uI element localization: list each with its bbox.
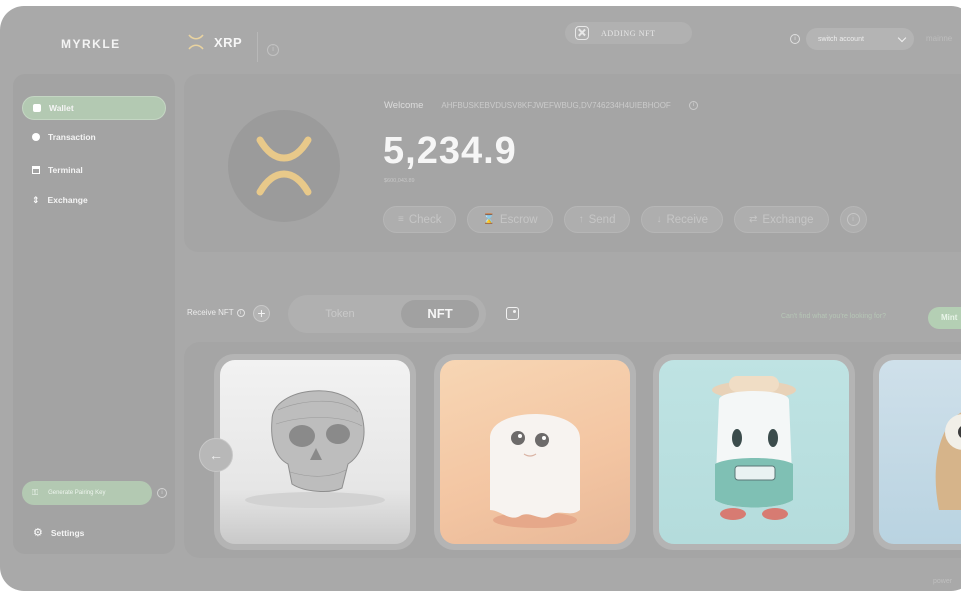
receive-nft-label: Receive NFT (187, 308, 234, 317)
nft-image-owl (879, 360, 961, 544)
send-icon: ↑ (578, 214, 584, 225)
xrp-large-icon (256, 136, 312, 196)
pairing-info-icon[interactable]: i (157, 488, 167, 498)
add-nft-button[interactable]: + (253, 305, 270, 322)
account-info-icon[interactable]: i (790, 34, 800, 44)
ghost-image (490, 414, 580, 528)
receive-icon: ↓ (656, 214, 662, 225)
sidebar-item-label: Wallet (49, 103, 74, 113)
nft-gallery (184, 342, 961, 558)
hat-character-image (712, 376, 796, 520)
info-icon: i (846, 213, 860, 226)
welcome-line: Welcome AHFBUSKEBVDUSV8KFJWEFWBUG,DV7462… (384, 100, 698, 111)
gear-icon: ⚙ (33, 527, 43, 539)
receive-button[interactable]: ↓ Receive (641, 206, 724, 233)
key-icon: ⚿ (32, 488, 39, 497)
sidebar-item-terminal[interactable]: Terminal (22, 158, 166, 182)
arrow-left-icon: ← (209, 447, 223, 463)
nft-image-ghost (440, 360, 630, 544)
account-select[interactable]: switch account (806, 28, 914, 50)
nft-card[interactable] (214, 354, 416, 550)
header-divider (257, 32, 258, 62)
exchange-icon: ⇄ (749, 214, 758, 225)
coin-name: XRP (214, 34, 243, 50)
coin-selector[interactable]: XRP (187, 33, 242, 51)
sidebar-item-label: Exchange (47, 195, 88, 205)
nft-image-skull (220, 360, 410, 544)
owl-image (935, 412, 961, 510)
terminal-icon (32, 166, 40, 174)
app-logo: MYRKLE (61, 37, 121, 51)
sidebar: Wallet Transaction Terminal ⇕ Exchange ⚿… (13, 74, 175, 554)
asset-tabs: Token NFT (288, 295, 486, 333)
xrp-logo (228, 110, 340, 222)
more-info-button[interactable]: i (839, 206, 867, 233)
address-info-icon[interactable]: i (688, 101, 698, 110)
close-box-icon (575, 26, 589, 40)
receive-label: Receive (666, 213, 709, 226)
chevron-down-icon (897, 33, 907, 42)
send-button[interactable]: ↑ Send (563, 206, 631, 233)
wallet-balance: 5,234.9 (383, 130, 517, 172)
mint-button[interactable]: Mint (928, 307, 961, 329)
app-window: MYRKLE XRP i ADDING NFT i switch account… (0, 6, 961, 591)
sidebar-item-label: Transaction (48, 132, 96, 142)
adding-nft-status[interactable]: ADDING NFT (565, 22, 692, 44)
nft-image-hat-character (659, 360, 849, 544)
skull-image (245, 390, 385, 508)
plus-icon: + (257, 305, 266, 321)
tab-token[interactable]: Token (293, 300, 387, 328)
receive-info-icon[interactable]: i (236, 308, 245, 317)
check-label: Check (408, 213, 442, 226)
exchange-button[interactable]: ⇄ Exchange (734, 206, 829, 233)
settings-label: Settings (50, 527, 85, 538)
exchange-icon: ⇕ (32, 195, 40, 205)
sidebar-item-transaction[interactable]: Transaction (22, 125, 166, 149)
check-button[interactable]: ≡ Check (383, 206, 457, 233)
nft-card[interactable] (434, 354, 636, 550)
gallery-prev-button[interactable]: ← (199, 438, 233, 472)
network-label: mainne (926, 34, 953, 43)
escrow-label: Escrow (499, 213, 538, 226)
send-label: Send (588, 213, 616, 226)
wallet-address[interactable]: AHFBUSKEBVDUSV8KFJWEFWBUG,DV746234H4UIEB… (441, 101, 670, 110)
escrow-icon: ⌛ (482, 214, 495, 225)
generate-pairing-key-button[interactable]: ⚿ Generate Pairing Key (22, 481, 152, 505)
wallet-actions: ≡ Check ⌛ Escrow ↑ Send ↓ Receive ⇄ Exch… (383, 206, 867, 233)
nft-card[interactable] (873, 354, 961, 550)
info-icon[interactable]: i (267, 44, 279, 56)
exchange-label: Exchange (762, 213, 814, 226)
xrp-icon (188, 34, 204, 50)
wallet-icon (33, 104, 41, 112)
transaction-icon (32, 133, 40, 141)
cant-find-text: Can't find what you're looking for? (781, 313, 887, 320)
sidebar-item-exchange[interactable]: ⇕ Exchange (22, 188, 166, 212)
receive-nft: Receive NFT i (187, 308, 245, 317)
account-select-value: switch account (818, 35, 864, 43)
wallet-panel: Welcome AHFBUSKEBVDUSV8KFJWEFWBUG,DV7462… (184, 74, 961, 252)
powered-by-text: power (933, 578, 953, 585)
generate-button-label: Generate Pairing Key (48, 490, 106, 496)
check-icon: ≡ (398, 214, 404, 225)
fiat-value: $600,043.89 (384, 178, 415, 184)
sidebar-item-label: Terminal (48, 165, 83, 175)
adding-nft-label: ADDING NFT (601, 28, 656, 38)
tab-nft[interactable]: NFT (401, 300, 479, 328)
welcome-label: Welcome (384, 100, 424, 111)
nft-card[interactable] (653, 354, 855, 550)
image-icon[interactable] (506, 307, 519, 320)
sidebar-item-wallet[interactable]: Wallet (22, 96, 166, 120)
settings-button[interactable]: ⚙ Settings (33, 526, 84, 539)
escrow-button[interactable]: ⌛ Escrow (467, 206, 553, 233)
